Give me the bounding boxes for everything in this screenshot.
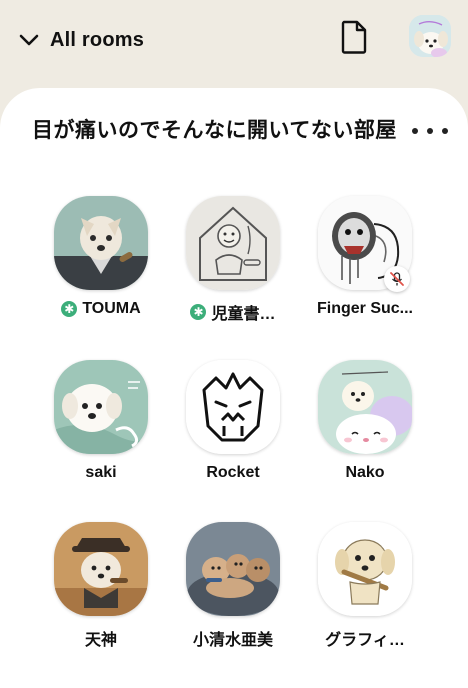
all-rooms-label: All rooms xyxy=(50,28,145,51)
user-avatar[interactable] xyxy=(409,15,451,57)
top-bar: All rooms xyxy=(0,0,468,80)
room-title: 目が痛いのでそんなに開いてない部屋 xyxy=(32,119,397,142)
more-dot-icon xyxy=(427,128,433,134)
member-avatar xyxy=(186,360,280,454)
more-dot-icon xyxy=(412,128,418,134)
member-name: TOUMA xyxy=(82,300,141,317)
member-jidousho[interactable]: ✱ 児童書… xyxy=(168,196,298,336)
member-saki[interactable]: saki xyxy=(36,360,166,500)
member-name: Finger Suc... xyxy=(316,300,413,317)
room-sheet: 目が痛いのでそんなに開いてない部屋 ✱ TOUMA ✱ 児童書… Finger … xyxy=(0,88,468,688)
member-name-row: Nako xyxy=(300,464,430,482)
member-avatar xyxy=(54,196,148,290)
member-name-row: Rocket xyxy=(168,464,298,482)
more-dot-icon xyxy=(442,128,448,134)
member-avatar xyxy=(54,360,148,454)
member-graphic[interactable]: グラフィ… xyxy=(300,522,430,662)
online-status-icon: ✱ xyxy=(190,304,207,320)
member-name: Nako xyxy=(345,464,385,481)
more-options-button[interactable] xyxy=(412,126,448,136)
member-avatar xyxy=(318,522,412,616)
member-name: 天神 xyxy=(84,632,117,649)
member-finger-suc[interactable]: Finger Suc... xyxy=(300,196,430,336)
mic-muted-icon xyxy=(384,266,410,292)
all-rooms-button[interactable]: All rooms xyxy=(18,29,144,52)
member-name-row: ✱ 児童書… xyxy=(168,300,298,324)
member-name: グラフィ… xyxy=(325,632,405,649)
member-touma[interactable]: ✱ TOUMA xyxy=(36,196,166,336)
member-name-row: saki xyxy=(36,464,166,482)
member-avatar xyxy=(318,360,412,454)
member-avatar xyxy=(186,196,280,290)
member-avatar xyxy=(186,522,280,616)
member-name-row: 小清水亜美 xyxy=(168,626,298,650)
member-name-row: 天神 xyxy=(36,626,166,650)
member-tenjin[interactable]: 天神 xyxy=(36,522,166,662)
member-name-row: グラフィ… xyxy=(300,626,430,650)
online-status-icon: ✱ xyxy=(61,301,78,317)
member-name: saki xyxy=(85,464,117,481)
member-koshimizu-ami[interactable]: 小清水亜美 xyxy=(168,522,298,662)
member-name: Rocket xyxy=(206,464,260,481)
member-avatar xyxy=(54,522,148,616)
member-name: 小清水亜美 xyxy=(192,632,273,649)
member-name-row: Finger Suc... xyxy=(300,300,430,318)
document-icon[interactable] xyxy=(340,20,368,54)
member-name: 児童書… xyxy=(211,306,276,323)
member-rocket[interactable]: Rocket xyxy=(168,360,298,500)
chevron-down-icon xyxy=(18,29,40,51)
member-nako[interactable]: Nako xyxy=(300,360,430,500)
member-name-row: ✱ TOUMA xyxy=(36,300,166,318)
